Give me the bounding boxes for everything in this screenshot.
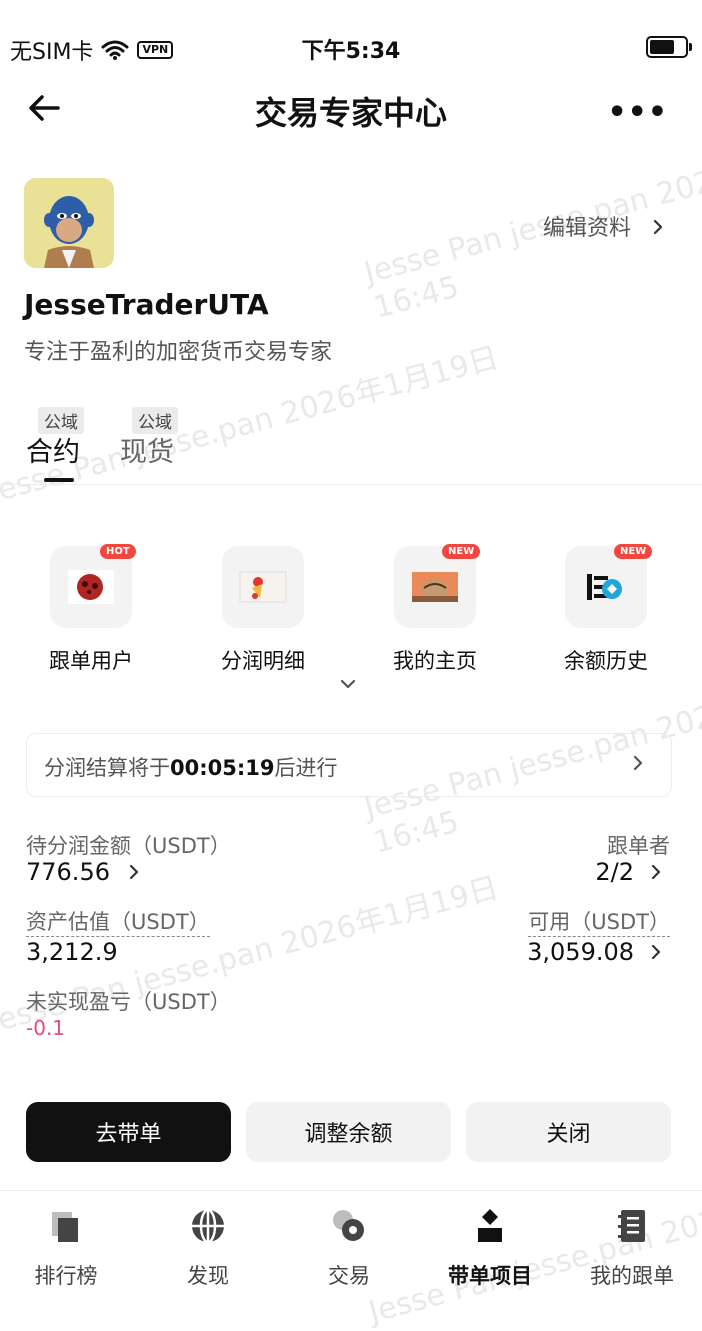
status-bar: 无SIM卡 VPN 下午5:34 [0, 0, 702, 90]
balance-history-label: 余额历史 [564, 649, 648, 673]
followers-label: 跟单者 [607, 834, 670, 858]
chevron-right-icon [129, 864, 139, 880]
tab-contract[interactable]: 合约 [26, 430, 80, 469]
chevron-right-icon [653, 219, 663, 235]
bio-text: 专注于盈利的加密货币交易专家 [24, 340, 333, 365]
trade-icon [333, 1210, 364, 1241]
discover-icon [192, 1208, 224, 1244]
tab-spot[interactable]: 现货 [120, 430, 174, 469]
countdown-time: 00:05:19 [170, 756, 275, 780]
pending-profit-label: 待分润金额（USDT） [26, 834, 231, 858]
edit-profile-link[interactable]: 编辑资料 [543, 210, 664, 242]
divider [0, 484, 702, 485]
username: JesseTraderUTA [24, 288, 269, 321]
profit-detail-label: 分润明细 [221, 649, 305, 673]
settlement-countdown-text: 分润结算将于00:05:19后进行 [44, 756, 338, 780]
leaderboard-icon [52, 1212, 78, 1242]
nav-item-leaderboard[interactable]: 排行榜 [6, 1206, 126, 1290]
available-label[interactable]: 可用（USDT） [528, 906, 670, 937]
chevron-right-icon [633, 755, 643, 771]
new-badge: NEW [442, 544, 481, 559]
lead-project-icon [478, 1209, 502, 1242]
chevron-right-icon [651, 944, 661, 960]
profit-detail-button[interactable] [222, 546, 304, 628]
asset-value-label[interactable]: 资产估值（USDT） [26, 906, 210, 937]
edit-profile-label: 编辑资料 [542, 216, 631, 241]
hot-badge: HOT [100, 544, 136, 559]
chevron-right-icon [651, 864, 661, 880]
ape-avatar-icon [24, 178, 114, 268]
start-leading-button[interactable]: 去带单 [26, 1102, 231, 1162]
chevron-down-icon[interactable] [337, 676, 359, 692]
tab-active-indicator [44, 478, 74, 482]
status-time: 下午5:34 [301, 39, 401, 64]
my-homepage-label: 我的主页 [393, 649, 477, 673]
unrealized-pnl-label: 未实现盈亏（USDT） [26, 990, 231, 1014]
new-badge: NEW [614, 544, 653, 559]
available-row[interactable]: 3,059.08 [527, 938, 662, 966]
nav-item-discover[interactable]: 发现 [148, 1206, 268, 1290]
asset-value-value: 3,212.9 [26, 938, 118, 966]
nav-item-my-copy[interactable]: 我的跟单 [572, 1206, 692, 1290]
pending-profit-row[interactable]: 776.56 [26, 858, 140, 886]
followers-row[interactable]: 2/2 [595, 858, 662, 886]
pending-profit-value: 776.56 [26, 858, 110, 886]
follower-users-label: 跟单用户 [49, 649, 133, 673]
followers-value: 2/2 [595, 858, 634, 886]
more-menu-icon[interactable]: ••• [607, 95, 668, 130]
available-value: 3,059.08 [527, 938, 634, 966]
close-button[interactable]: 关闭 [466, 1102, 671, 1162]
battery-icon [646, 36, 692, 58]
nav-item-trade[interactable]: 交易 [289, 1206, 409, 1290]
page-title: 交易专家中心 [254, 94, 447, 132]
bottom-nav-divider [0, 1190, 702, 1191]
profit-detail-icon [239, 571, 287, 603]
nav-item-lead-project[interactable]: 带单项目 [430, 1206, 550, 1290]
avatar[interactable] [24, 178, 114, 268]
adjust-balance-button[interactable]: 调整余额 [246, 1102, 451, 1162]
unrealized-pnl-value: -0.1 [26, 1016, 66, 1040]
my-copy-icon [618, 1210, 645, 1242]
